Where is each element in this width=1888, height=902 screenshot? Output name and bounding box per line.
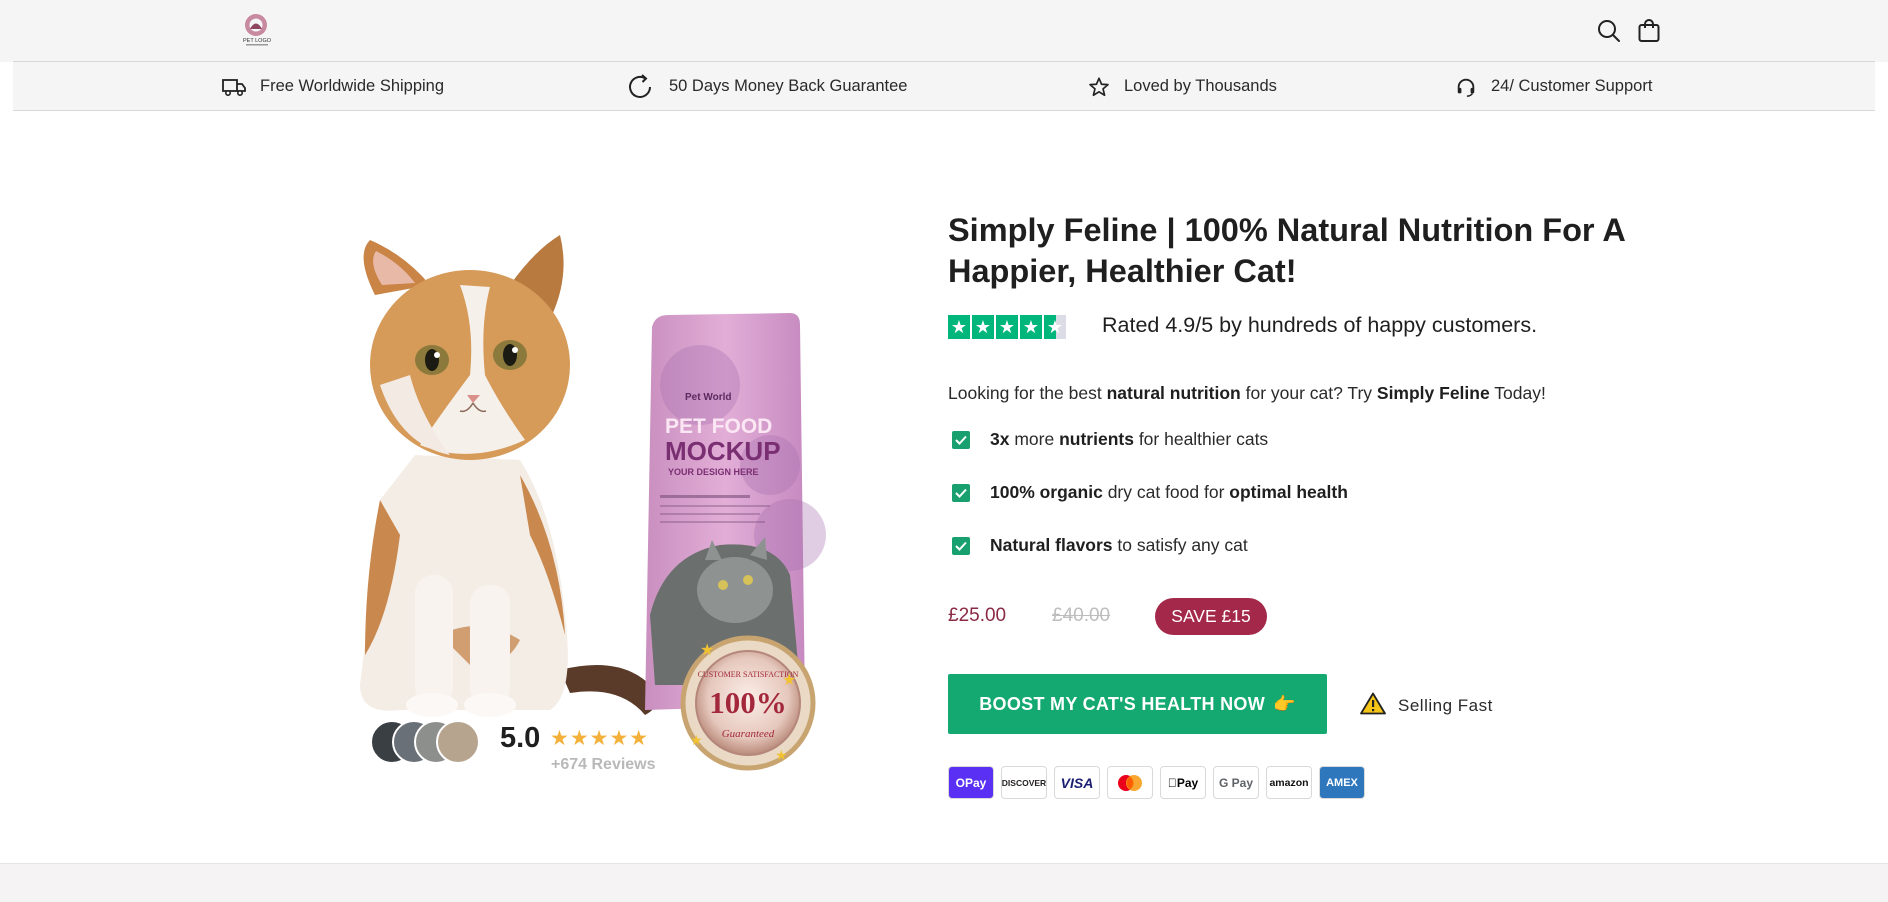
- opay-icon: OPay: [948, 766, 994, 799]
- star-icon: ★: [948, 315, 970, 339]
- cta-label: BOOST MY CAT'S HEALTH NOW: [979, 693, 1266, 714]
- benefit-text: 100% organic dry cat food for optimal he…: [990, 482, 1348, 502]
- save-badge: SAVE £15: [1155, 598, 1267, 635]
- pointing-hand-icon: 👉: [1273, 693, 1296, 714]
- sale-price: £25.00: [948, 605, 1007, 626]
- next-section: [0, 863, 1888, 902]
- seal-value: 100%: [709, 685, 787, 720]
- usp-support: 24/ Customer Support: [1455, 62, 1652, 111]
- svg-text:★: ★: [690, 732, 703, 748]
- product-intro: Looking for the best natural nutrition f…: [948, 383, 1546, 403]
- benefit-text: Natural flavors to satisfy any cat: [990, 535, 1248, 555]
- star-icon: ★: [972, 315, 994, 339]
- review-score: 5.0: [500, 722, 541, 754]
- avatar: [436, 720, 480, 764]
- payment-methods: OPay DISCOVER VISA Pay G Pay amazon AME…: [948, 766, 1365, 799]
- usp-label: Loved by Thousands: [1124, 77, 1277, 95]
- bag-brand: Pet World: [685, 392, 731, 403]
- benefit-text: 3x more nutrients for healthier cats: [990, 429, 1269, 449]
- svg-text:★: ★: [775, 747, 788, 763]
- usp-label: 50 Days Money Back Guarantee: [669, 77, 908, 95]
- star-icon: ★: [996, 315, 1018, 339]
- review-stars: ★★★★★: [550, 727, 650, 750]
- logo-text: PET LOGO: [243, 38, 272, 44]
- usp-label: Free Worldwide Shipping: [260, 77, 445, 95]
- product-image[interactable]: Pet World PET FOOD MOCKUP YOUR DESIGN HE…: [320, 215, 840, 785]
- amex-icon: AMEX: [1319, 766, 1365, 799]
- urgency-text: Selling Fast: [1398, 696, 1493, 715]
- product-title: Simply Feline | 100% Natural Nutrition F…: [948, 212, 1625, 289]
- cat-illustration: [360, 235, 657, 717]
- trustpilot-stars: ★ ★ ★ ★ ★: [948, 315, 1066, 339]
- discover-icon: DISCOVER: [1001, 766, 1047, 799]
- refresh-icon: [625, 72, 655, 102]
- svg-text:★: ★: [700, 642, 714, 659]
- rating-text: Rated 4.9/5 by hundreds of happy custome…: [1102, 313, 1538, 337]
- brand-logo[interactable]: PET LOGO: [241, 12, 273, 48]
- svg-text:★: ★: [782, 672, 796, 689]
- seal-bottom-text: Guaranteed: [722, 728, 775, 740]
- bag-tagline: YOUR DESIGN HERE: [668, 467, 759, 477]
- google-pay-icon: G Pay: [1213, 766, 1259, 799]
- star-icon: ★: [1020, 315, 1042, 339]
- compare-price: £40.00: [1052, 605, 1111, 626]
- checkbox-icon: [952, 430, 970, 449]
- add-to-cart-button[interactable]: BOOST MY CAT'S HEALTH NOW 👉: [948, 674, 1327, 734]
- usp-label: 24/ Customer Support: [1491, 77, 1653, 95]
- apple-pay-icon: Pay: [1160, 766, 1206, 799]
- warning-icon: [1360, 692, 1386, 720]
- truck-icon: [222, 77, 246, 97]
- benefit-item: 100% organic dry cat food for optimal he…: [952, 482, 1348, 503]
- headset-icon: [1455, 76, 1477, 98]
- benefit-item: Natural flavors to satisfy any cat: [952, 535, 1248, 556]
- cart-icon[interactable]: [1636, 18, 1662, 44]
- usp-shipping: Free Worldwide Shipping: [222, 62, 444, 111]
- half-star-icon: ★: [1044, 315, 1066, 339]
- review-count[interactable]: +674 Reviews: [551, 756, 656, 774]
- usp-bar: Free Worldwide Shipping 50 Days Money Ba…: [13, 62, 1875, 111]
- checkbox-icon: [952, 536, 970, 555]
- satisfaction-seal: 100% CUSTOMER SATISFACTION Guaranteed ★ …: [680, 635, 816, 771]
- search-icon[interactable]: [1596, 18, 1622, 44]
- usp-loved: Loved by Thousands: [1088, 62, 1277, 111]
- benefit-item: 3x more nutrients for healthier cats: [952, 429, 1268, 450]
- urgency-indicator: Selling Fast: [1360, 692, 1493, 720]
- site-header: PET LOGO: [0, 0, 1888, 62]
- visa-icon: VISA: [1054, 766, 1100, 799]
- checkbox-icon: [952, 483, 970, 502]
- amazon-pay-icon: amazon: [1266, 766, 1312, 799]
- bag-headline-1: PET FOOD: [665, 415, 772, 438]
- star-outline-icon: [1088, 76, 1110, 98]
- bag-headline-2: MOCKUP: [665, 436, 781, 466]
- reviewer-avatars: [370, 720, 480, 768]
- mastercard-icon: [1107, 766, 1153, 799]
- usp-guarantee: 50 Days Money Back Guarantee: [625, 62, 907, 111]
